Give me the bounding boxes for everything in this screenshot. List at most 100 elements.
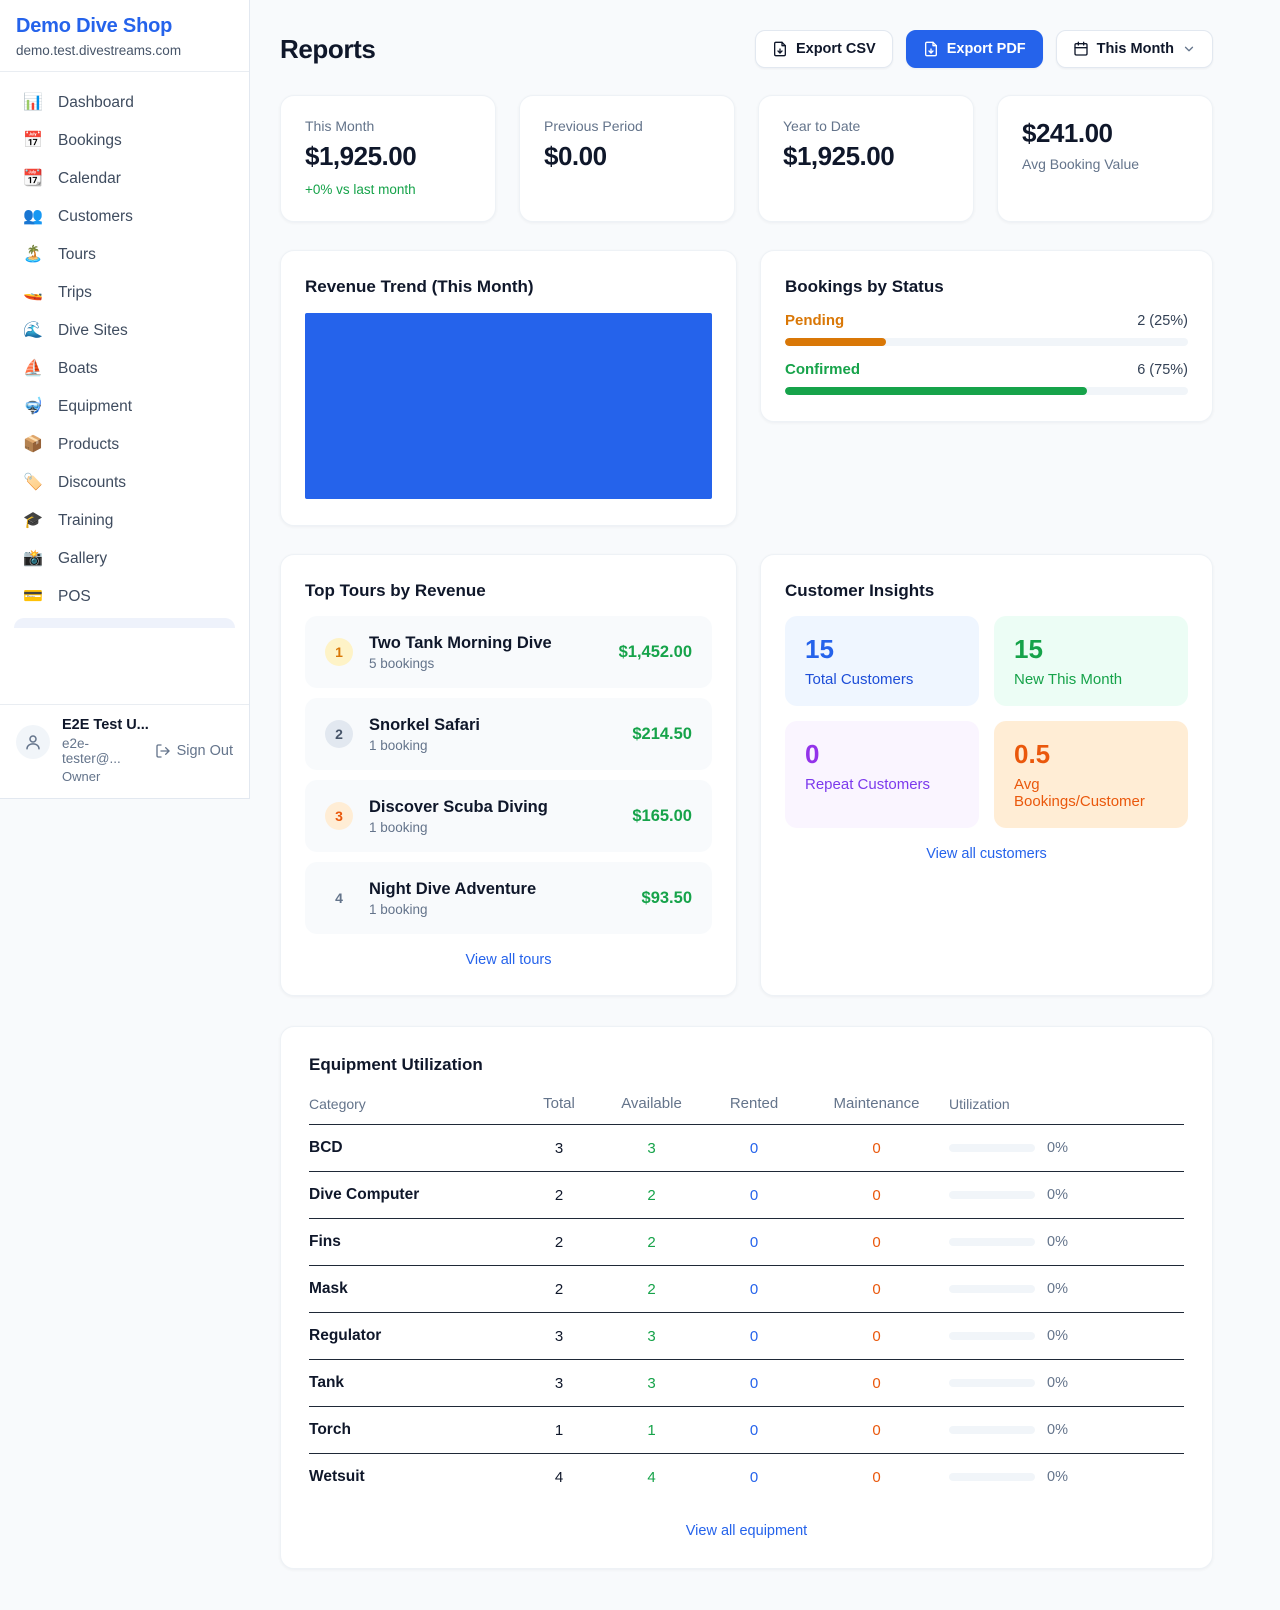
tour-row[interactable]: 1 Two Tank Morning Dive 5 bookings $1,45… [305,616,712,688]
tile-label: Repeat Customers [805,776,959,793]
tile-label: New This Month [1014,671,1168,688]
equipment-category: Torch [309,1421,519,1439]
col-category: Category [309,1096,519,1112]
sidebar-item-training[interactable]: 🎓 Training [8,502,241,540]
sidebar-item-tours[interactable]: 🏝️ Tours [8,236,241,274]
sidebar-item-dashboard[interactable]: 📊 Dashboard [8,84,241,122]
bookings-by-status-card: Bookings by Status Pending 2 (25%) Confi… [760,250,1213,422]
stat-label: Previous Period [544,118,710,134]
equipment-maintenance: 0 [804,1375,949,1392]
utilization-bar [949,1379,1035,1387]
status-label: Confirmed [785,361,860,378]
sailboat-icon: ⛵ [22,361,44,377]
utilization-bar [949,1238,1035,1246]
equipment-maintenance: 0 [804,1469,949,1486]
utilization-percent: 0% [1047,1140,1068,1156]
tour-name: Discover Scuba Diving [369,798,548,817]
tile-total-customers: 15 Total Customers [785,616,979,706]
view-all-tours-link[interactable]: View all tours [466,952,552,968]
sidebar-item-label: Products [58,436,119,454]
sidebar-item-calendar[interactable]: 📆 Calendar [8,160,241,198]
equipment-total: 2 [519,1281,599,1298]
sidebar-item-label: Tours [58,246,96,264]
sidebar-item-label: Discounts [58,474,126,492]
calendar-icon: 📆 [22,171,44,187]
tile-value: 15 [1014,634,1168,665]
rank-badge: 1 [325,638,353,666]
equipment-category: Dive Computer [309,1186,519,1204]
progress-fill [785,387,1087,395]
progress-track [785,387,1188,395]
sidebar-item-gallery[interactable]: 📸 Gallery [8,540,241,578]
equipment-rented: 0 [704,1469,804,1486]
stat-delta: +0% vs last month [305,182,471,197]
view-all-customers-link[interactable]: View all customers [926,846,1047,862]
equipment-total: 3 [519,1375,599,1392]
status-row-pending: Pending 2 (25%) [785,312,1188,346]
equipment-maintenance: 0 [804,1281,949,1298]
equipment-maintenance: 0 [804,1140,949,1157]
equipment-available: 1 [599,1422,704,1439]
sidebar-item-discounts[interactable]: 🏷️ Discounts [8,464,241,502]
equipment-total: 2 [519,1187,599,1204]
period-dropdown[interactable]: This Month [1056,30,1213,68]
equipment-category: Fins [309,1233,519,1251]
top-tours-title: Top Tours by Revenue [305,581,712,601]
bookings-calendar-icon: 📅 [22,133,44,149]
tile-label: Total Customers [805,671,959,688]
sidebar-item-label: Boats [58,360,98,378]
equipment-category: Tank [309,1374,519,1392]
utilization-bar [949,1426,1035,1434]
camera-icon: 📸 [22,551,44,567]
table-row: Regulator 3 3 0 0 0% [309,1313,1184,1360]
brand-domain: demo.test.divestreams.com [16,43,233,58]
tour-row[interactable]: 4 Night Dive Adventure 1 booking $93.50 [305,862,712,934]
sidebar-item-customers[interactable]: 👥 Customers [8,198,241,236]
export-pdf-button[interactable]: Export PDF [906,30,1043,68]
stat-label: This Month [305,118,471,134]
view-all-equipment-link[interactable]: View all equipment [686,1523,807,1539]
status-count: 2 (25%) [1137,313,1188,329]
sidebar-item-products[interactable]: 📦 Products [8,426,241,464]
revenue-trend-chart [305,313,712,499]
sidebar-item-boats[interactable]: ⛵ Boats [8,350,241,388]
tour-row[interactable]: 2 Snorkel Safari 1 booking $214.50 [305,698,712,770]
tour-bookings: 5 bookings [369,656,552,671]
sidebar-item-trips[interactable]: 🚤 Trips [8,274,241,312]
sidebar-item-equipment[interactable]: 🤿 Equipment [8,388,241,426]
tile-repeat-customers: 0 Repeat Customers [785,721,979,828]
sidebar-item-reports-clipped[interactable] [14,618,235,628]
stat-value: $241.00 [1022,118,1188,149]
chevron-down-icon [1182,42,1196,56]
sign-out-button[interactable]: Sign Out [155,743,233,759]
page-header: Reports Export CSV Export PDF This Month [280,30,1213,68]
sidebar-item-dive-sites[interactable]: 🌊 Dive Sites [8,312,241,350]
equipment-category: Mask [309,1280,519,1298]
equipment-category: BCD [309,1139,519,1157]
tour-row[interactable]: 3 Discover Scuba Diving 1 booking $165.0… [305,780,712,852]
equipment-rented: 0 [704,1234,804,1251]
equipment-rented: 0 [704,1281,804,1298]
sidebar: Demo Dive Shop demo.test.divestreams.com… [0,0,250,799]
rank-badge: 4 [325,884,353,912]
utilization-percent: 0% [1047,1469,1068,1485]
file-download-icon [923,41,939,57]
export-csv-button[interactable]: Export CSV [755,30,893,68]
user-name: E2E Test U... [62,717,233,733]
equipment-rented: 0 [704,1187,804,1204]
table-row: Dive Computer 2 2 0 0 0% [309,1172,1184,1219]
sidebar-nav: 📊 Dashboard 📅 Bookings 📆 Calendar 👥 Cust… [0,72,249,704]
equipment-total: 4 [519,1469,599,1486]
equipment-maintenance: 0 [804,1422,949,1439]
calendar-icon [1073,41,1089,57]
sidebar-item-pos[interactable]: 💳 POS [8,578,241,616]
sidebar-item-label: Gallery [58,550,107,568]
header-actions: Export CSV Export PDF This Month [755,30,1213,68]
sidebar-item-bookings[interactable]: 📅 Bookings [8,122,241,160]
equipment-title: Equipment Utilization [309,1055,1184,1075]
utilization-percent: 0% [1047,1375,1068,1391]
package-icon: 📦 [22,437,44,453]
export-pdf-label: Export PDF [947,41,1026,57]
avatar [16,725,50,759]
equipment-available: 3 [599,1328,704,1345]
